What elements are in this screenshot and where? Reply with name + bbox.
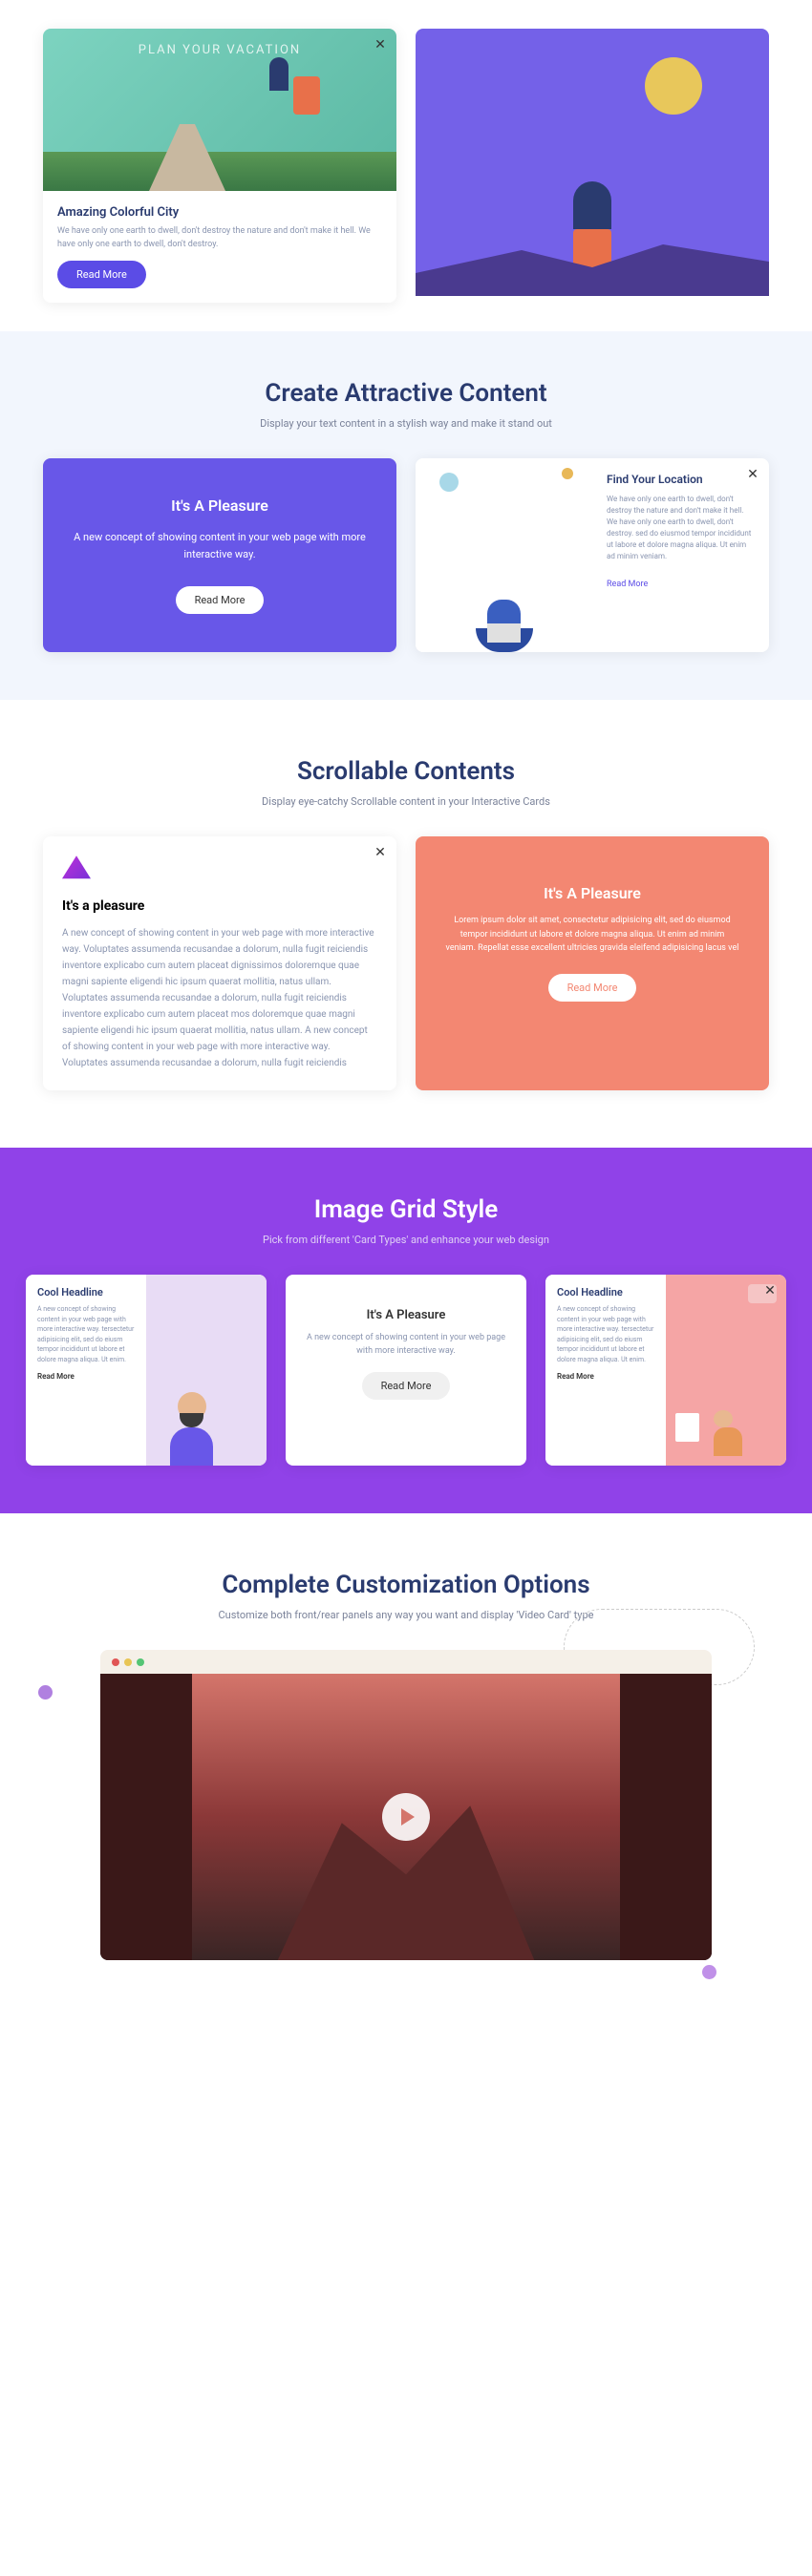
travel-illustration-card: [416, 29, 769, 296]
grid-card-left: Cool Headline A new concept of showing c…: [26, 1275, 267, 1466]
grid-card-center: It's A Pleasure A new concept of showing…: [286, 1275, 526, 1466]
close-icon[interactable]: ✕: [372, 844, 389, 861]
close-icon[interactable]: ✕: [372, 36, 389, 53]
browser-dot-yellow: [124, 1658, 132, 1666]
laptop-person-illustration: [416, 458, 592, 652]
globe-icon: [645, 57, 702, 115]
scroll-text-card: ✕ It's a pleasure A new concept of showi…: [43, 836, 396, 1090]
card-title: It's a pleasure: [62, 898, 377, 914]
section-heading: Scrollable Contents: [19, 757, 793, 786]
card-text: A new concept of showing content in your…: [37, 1304, 135, 1364]
location-card: ✕ Find Your Location We have only one ea…: [416, 458, 769, 652]
section-subtitle: Pick from different 'Card Types' and enh…: [19, 1234, 793, 1246]
image-grid-section: Image Grid Style Pick from different 'Ca…: [0, 1148, 812, 1513]
customization-section: Complete Customization Options Customize…: [0, 1513, 812, 2017]
browser-chrome: [100, 1650, 712, 1674]
card-text: A new concept of showing content in your…: [62, 925, 377, 1071]
triangle-logo-icon: [62, 855, 91, 884]
read-more-button[interactable]: Read More: [57, 261, 146, 288]
browser-dot-red: [112, 1658, 119, 1666]
card-title: It's A Pleasure: [67, 496, 373, 515]
card-text: A new concept of showing content in your…: [305, 1332, 507, 1358]
read-more-link[interactable]: Read More: [557, 1372, 654, 1381]
desk-person-illustration: [666, 1275, 786, 1466]
attractive-content-section: Create Attractive Content Display your t…: [0, 331, 812, 700]
bearded-person-illustration: [146, 1275, 267, 1466]
scrollable-section: Scrollable Contents Display eye-catchy S…: [0, 700, 812, 1148]
hero-cards: ✕ PLAN YOUR VACATION Amazing Colorful Ci…: [0, 0, 812, 331]
grid-card-right: ✕ Cool Headline A new concept of showing…: [545, 1275, 786, 1466]
card-title: Amazing Colorful City: [57, 205, 382, 220]
section-subtitle: Display your text content in a stylish w…: [19, 417, 793, 430]
card-title: It's A Pleasure: [305, 1308, 507, 1322]
video-thumbnail: [100, 1674, 712, 1960]
close-icon[interactable]: ✕: [744, 466, 761, 483]
read-more-link[interactable]: Read More: [607, 580, 648, 589]
section-subtitle: Display eye-catchy Scrollable content in…: [19, 795, 793, 808]
card-text: We have only one earth to dwell, don't d…: [607, 494, 755, 562]
vacation-illustration: PLAN YOUR VACATION: [43, 29, 396, 191]
pleasure-card: It's A Pleasure A new concept of showing…: [43, 458, 396, 652]
card-title: It's A Pleasure: [444, 884, 740, 902]
card-title: Cool Headline: [37, 1286, 135, 1299]
video-card: [100, 1650, 712, 1960]
read-more-button[interactable]: Read More: [548, 974, 637, 1002]
card-title: Find Your Location: [607, 473, 755, 486]
overlay-text: PLAN YOUR VACATION: [139, 43, 301, 57]
card-title: Cool Headline: [557, 1286, 654, 1299]
card-text: We have only one earth to dwell, don't d…: [57, 225, 382, 251]
card-text: A new concept of showing content in your…: [67, 529, 373, 562]
browser-dot-green: [137, 1658, 144, 1666]
vacation-card: ✕ PLAN YOUR VACATION Amazing Colorful Ci…: [43, 29, 396, 303]
close-icon[interactable]: ✕: [761, 1282, 779, 1299]
read-more-link[interactable]: Read More: [37, 1372, 135, 1381]
read-more-button[interactable]: Read More: [176, 586, 265, 614]
read-more-button[interactable]: Read More: [362, 1372, 451, 1400]
card-text: A new concept of showing content in your…: [557, 1304, 654, 1364]
card-text: Lorem ipsum dolor sit amet, consectetur …: [444, 914, 740, 955]
play-button[interactable]: [382, 1793, 430, 1841]
coral-card: It's A Pleasure Lorem ipsum dolor sit am…: [416, 836, 769, 1090]
section-heading: Complete Customization Options: [19, 1571, 793, 1599]
section-heading: Image Grid Style: [19, 1195, 793, 1224]
section-heading: Create Attractive Content: [19, 379, 793, 408]
